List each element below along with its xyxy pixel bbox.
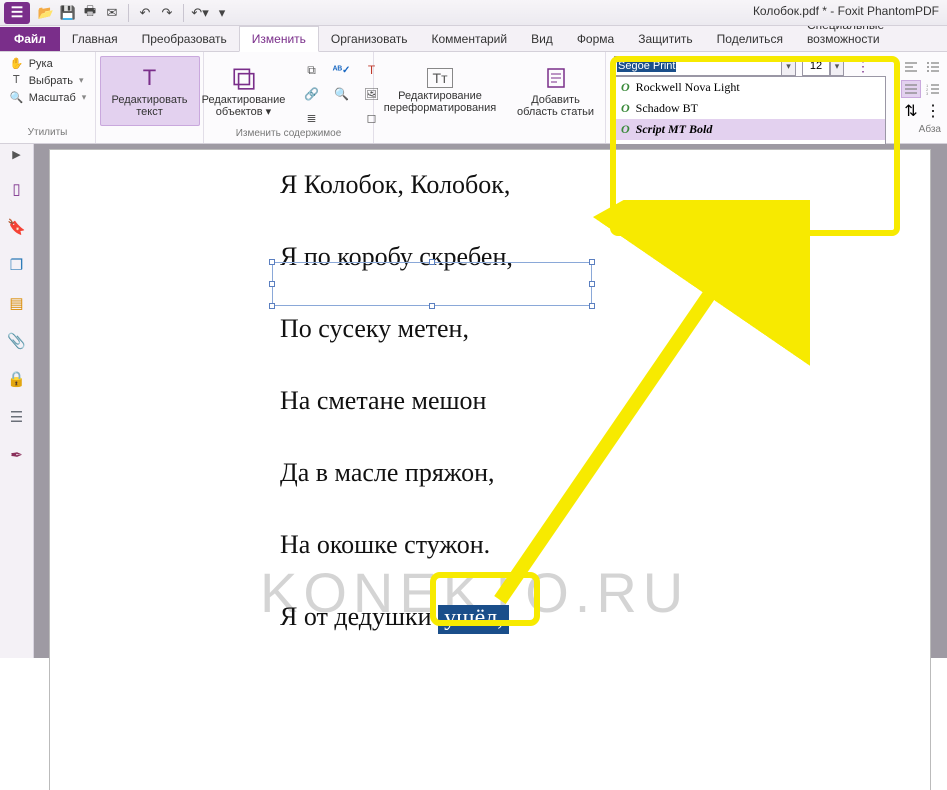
save-icon[interactable]: 💾 xyxy=(60,5,76,21)
qat-more-icon[interactable]: ▾ xyxy=(214,5,230,21)
undo-icon[interactable]: ↶ xyxy=(137,5,153,21)
find-replace-icon[interactable]: 🔍 xyxy=(330,84,354,104)
article-icon xyxy=(542,64,570,92)
sidebar-expand-icon[interactable]: ▶ xyxy=(12,148,20,161)
tab-вид[interactable]: Вид xyxy=(519,27,565,51)
paragraph-more-icon[interactable]: ⋮ xyxy=(923,102,943,120)
ribbon-tabs: Файл ГлавнаяПреобразоватьИзменитьОрганиз… xyxy=(0,26,947,52)
tool-hand[interactable]: ✋Рука xyxy=(7,56,89,71)
group-utilities: ✋Рука ᎢВыбрать▾ 🔍Масштаб▾ Утилиты xyxy=(0,52,96,143)
sidebar-pages-icon[interactable]: ▯ xyxy=(7,179,27,199)
group-edit-objects: Редактированиеобъектов ▾ ⧉ 🔗 ≣ ᴬᴮ✓ 🔍 T 🖼… xyxy=(204,52,374,143)
add-article-button[interactable]: Добавитьобласть статьи xyxy=(510,56,602,126)
tab-организовать[interactable]: Организовать xyxy=(319,27,420,51)
join-text-icon[interactable]: ⧉ xyxy=(300,60,324,80)
edit-text-button[interactable]: T Редактироватьтекст xyxy=(100,56,200,126)
tab-поделиться[interactable]: Поделиться xyxy=(705,27,795,51)
group-label-paragraph: Абза xyxy=(901,124,943,135)
text-line[interactable]: Я Колобок, Колобок, xyxy=(280,170,840,200)
svg-text:3: 3 xyxy=(926,91,929,95)
font-name-input[interactable]: Segoe Print xyxy=(614,56,782,76)
group-add-article: Добавитьобласть статьи xyxy=(506,52,606,143)
tool-select[interactable]: ᎢВыбрать▾ xyxy=(7,73,89,88)
group-reflow: Tᴛ Редактированиепереформатирования xyxy=(374,52,506,143)
sidebar-security-icon[interactable]: 🔒 xyxy=(7,369,27,389)
sidebar-signatures-icon[interactable]: ✒ xyxy=(7,445,27,465)
edited-word[interactable]: ушёл, xyxy=(438,605,509,634)
edit-text-icon: T xyxy=(136,64,164,92)
quick-access-toolbar: 📂 💾 🖶 ✉ ↶ ↷ ↶▾ ▾ xyxy=(38,4,230,22)
undo-dropdown-icon[interactable]: ↶▾ xyxy=(192,5,208,21)
separator xyxy=(183,4,184,22)
edit-objects-icon xyxy=(230,64,258,92)
font-option[interactable]: OScript MT Bold xyxy=(615,119,885,140)
align-left-icon[interactable] xyxy=(901,58,921,76)
email-icon[interactable]: ✉ xyxy=(104,5,120,21)
edit-objects-small-buttons-2: ᴬᴮ✓ 🔍 xyxy=(330,56,354,128)
sidebar-bookmarks-icon[interactable]: 🔖 xyxy=(7,217,27,237)
sidebar-attachments-icon[interactable]: 📎 xyxy=(7,331,27,351)
ribbon: ✋Рука ᎢВыбрать▾ 🔍Масштаб▾ Утилиты T Реда… xyxy=(0,52,947,144)
paragraph-align-group: 123 ⇅ ⋮ Абза xyxy=(901,58,943,135)
separator xyxy=(128,4,129,22)
nav-sidebar: ▶ ▯ 🔖 ❐ ▤ 📎 🔒 ☰ ✒ xyxy=(0,144,34,658)
font-option[interactable]: ORockwell Nova Light xyxy=(615,77,885,98)
document-area: KONEKTO.RU Я Колобок, Колобок,Я по короб… xyxy=(34,144,947,658)
line-spacing-icon[interactable]: ⇅ xyxy=(901,102,921,120)
tool-zoom[interactable]: 🔍Масштаб▾ xyxy=(7,90,89,105)
tab-форма[interactable]: Форма xyxy=(565,27,626,51)
tab-комментарий[interactable]: Комментарий xyxy=(420,27,520,51)
number-list-icon[interactable]: 123 xyxy=(923,80,943,98)
text-line[interactable]: На сметане мешон xyxy=(280,386,840,416)
edit-objects-button[interactable]: Редактированиеобъектов ▾ xyxy=(194,56,294,126)
text-line[interactable]: Я от дедушки ушёл, xyxy=(280,602,840,634)
open-icon[interactable]: 📂 xyxy=(38,5,54,21)
opentype-icon: O xyxy=(621,80,630,95)
app-menu-button[interactable]: ☰ xyxy=(4,2,30,24)
tab-главная[interactable]: Главная xyxy=(60,27,130,51)
text-line[interactable]: Да в масле пряжон, xyxy=(280,458,840,488)
reflow-icon: Tᴛ xyxy=(427,68,453,88)
redo-icon[interactable]: ↷ xyxy=(159,5,175,21)
link-text-icon[interactable]: 🔗 xyxy=(300,84,324,104)
font-size-dropdown-icon[interactable]: ▾ xyxy=(830,56,844,76)
group-label-edit-content: Изменить содержимое xyxy=(179,128,399,141)
opentype-icon: O xyxy=(621,122,630,137)
pdf-page[interactable]: KONEKTO.RU Я Колобок, Колобок,Я по короб… xyxy=(50,150,930,790)
merge-text-icon[interactable]: ≣ xyxy=(300,108,324,128)
font-option[interactable]: OSchadow BT xyxy=(615,98,885,119)
tab-file[interactable]: Файл xyxy=(0,27,60,51)
font-name-dropdown-icon[interactable]: ▾ xyxy=(782,56,796,76)
tab-преобразовать[interactable]: Преобразовать xyxy=(130,27,239,51)
text-line[interactable]: По сусеку метен, xyxy=(280,314,840,344)
sidebar-layers-icon[interactable]: ❐ xyxy=(7,255,27,275)
group-label-utilities: Утилиты xyxy=(28,127,68,141)
opentype-icon: O xyxy=(621,101,630,116)
font-grow-icon[interactable]: ⋮ xyxy=(854,58,872,75)
edit-objects-small-buttons: ⧉ 🔗 ≣ xyxy=(300,56,324,128)
sidebar-fields-icon[interactable]: ☰ xyxy=(7,407,27,427)
text-line[interactable]: Я по коробу скребен, xyxy=(280,242,840,272)
font-size-input[interactable] xyxy=(802,56,830,76)
title-bar: ☰ 📂 💾 🖶 ✉ ↶ ↷ ↶▾ ▾ Колобок.pdf * - Foxit… xyxy=(0,0,947,26)
text-line[interactable]: На окошке стужон. xyxy=(280,530,840,560)
align-justify-icon[interactable] xyxy=(901,80,921,98)
reflow-edit-button[interactable]: Tᴛ Редактированиепереформатирования xyxy=(378,56,502,126)
text-column[interactable]: Я Колобок, Колобок, Я по коробу скребен, П… xyxy=(280,170,840,676)
print-icon[interactable]: 🖶 xyxy=(82,5,98,21)
window-title: Колобок.pdf * - Foxit PhantomPDF xyxy=(753,4,939,18)
spellcheck-icon[interactable]: ᴬᴮ✓ xyxy=(330,60,354,80)
bullet-list-icon[interactable] xyxy=(923,58,943,76)
sidebar-comments-icon[interactable]: ▤ xyxy=(7,293,27,313)
tab-изменить[interactable]: Изменить xyxy=(239,26,319,52)
tab-защитить[interactable]: Защитить xyxy=(626,27,704,51)
